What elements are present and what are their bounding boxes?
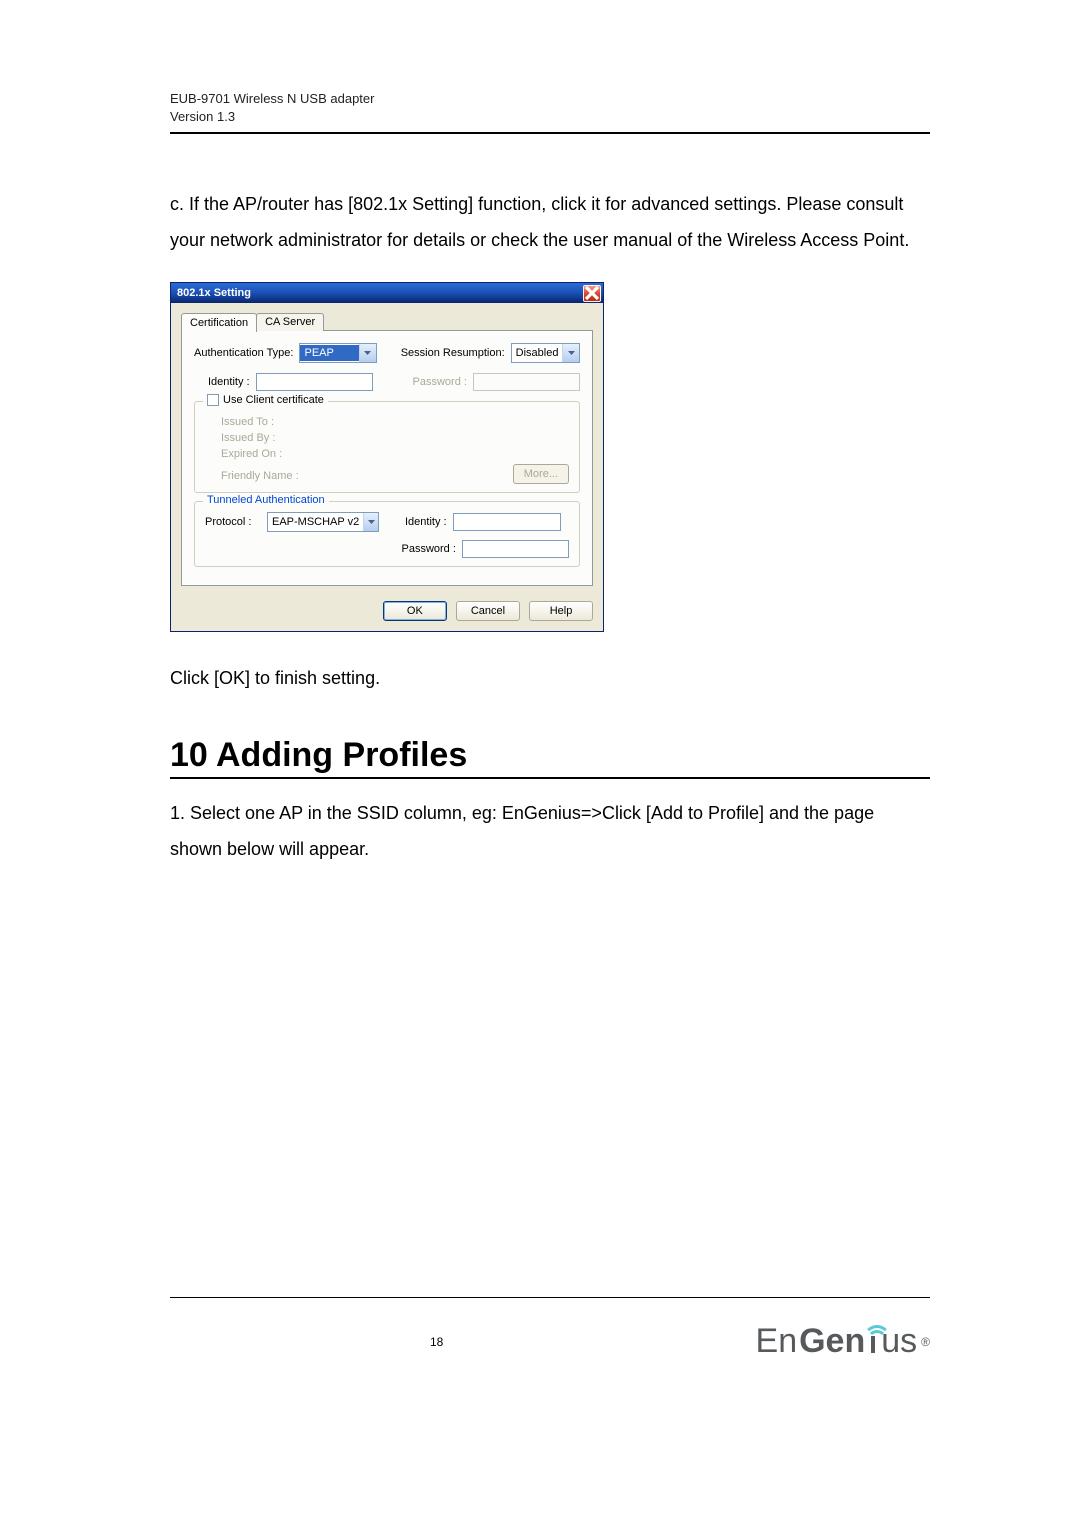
paragraph-c: c. If the AP/router has [802.1x Setting]… [170,186,930,258]
paragraph-click-ok: Click [OK] to finish setting. [170,660,930,696]
version-line: Version 1.3 [170,108,930,126]
page-footer: 18 EnGen us® [170,1297,930,1361]
session-resumption-label: Session Resumption: [401,347,505,359]
help-button[interactable]: Help [529,601,593,621]
auth-type-value: PEAP [300,345,358,361]
tab-certification[interactable]: Certification [181,313,257,332]
dialog-tabstrip: Certification CA Server [181,311,593,331]
section-heading-adding-profiles: 10 Adding Profiles [170,736,930,779]
expired-on-label: Expired On : [221,448,569,460]
ok-button[interactable]: OK [383,601,447,621]
session-resumption-combo[interactable]: Disabled [511,343,580,363]
client-certificate-group: Use Client certificate Issued To : Issue… [194,401,580,493]
use-client-certificate-checkbox[interactable] [207,394,219,406]
page-number: 18 [430,1335,443,1349]
chevron-down-icon [562,344,579,362]
engenius-logo: EnGen us® [756,1322,930,1361]
session-resumption-value: Disabled [512,345,563,361]
identity-input[interactable] [256,373,373,391]
friendly-name-label: Friendly Name : [221,470,299,482]
tunnel-password-label: Password : [402,543,456,555]
protocol-value: EAP-MSCHAP v2 [268,514,363,530]
password-input [473,373,580,391]
protocol-label: Protocol : [205,516,261,528]
tab-panel-certification: Authentication Type: PEAP Session Resump… [181,330,593,586]
auth-type-combo[interactable]: PEAP [299,343,376,363]
tunneled-authentication-group: Tunneled Authentication Protocol : EAP-M… [194,501,580,567]
tunneled-authentication-legend: Tunneled Authentication [203,494,329,506]
dialog-button-row: OK Cancel Help [181,601,593,621]
use-client-certificate-legend: Use Client certificate [203,394,328,406]
issued-to-label: Issued To : [221,416,569,428]
product-name: EUB-9701 Wireless N USB adapter [170,90,930,108]
paragraph-step1: 1. Select one AP in the SSID column, eg:… [170,795,930,867]
wifi-icon [867,1325,879,1359]
chevron-down-icon [363,513,378,531]
tunnel-identity-label: Identity : [405,516,447,528]
password-label: Password : [413,376,467,388]
tunnel-identity-input[interactable] [453,513,561,531]
protocol-combo[interactable]: EAP-MSCHAP v2 [267,512,379,532]
identity-label: Identity : [208,376,250,388]
document-header: EUB-9701 Wireless N USB adapter Version … [170,90,930,134]
more-button: More... [513,464,569,484]
8021x-setting-dialog: 802.1x Setting Certification CA Server A… [170,282,604,632]
dialog-title: 802.1x Setting [177,287,251,299]
cancel-button[interactable]: Cancel [456,601,520,621]
use-client-certificate-label: Use Client certificate [223,394,324,406]
close-icon[interactable] [583,285,601,302]
tab-ca-server[interactable]: CA Server [256,313,324,331]
dialog-titlebar[interactable]: 802.1x Setting [171,283,603,303]
chevron-down-icon [359,344,376,362]
issued-by-label: Issued By : [221,432,569,444]
tunnel-password-input[interactable] [462,540,569,558]
auth-type-label: Authentication Type: [194,347,293,359]
